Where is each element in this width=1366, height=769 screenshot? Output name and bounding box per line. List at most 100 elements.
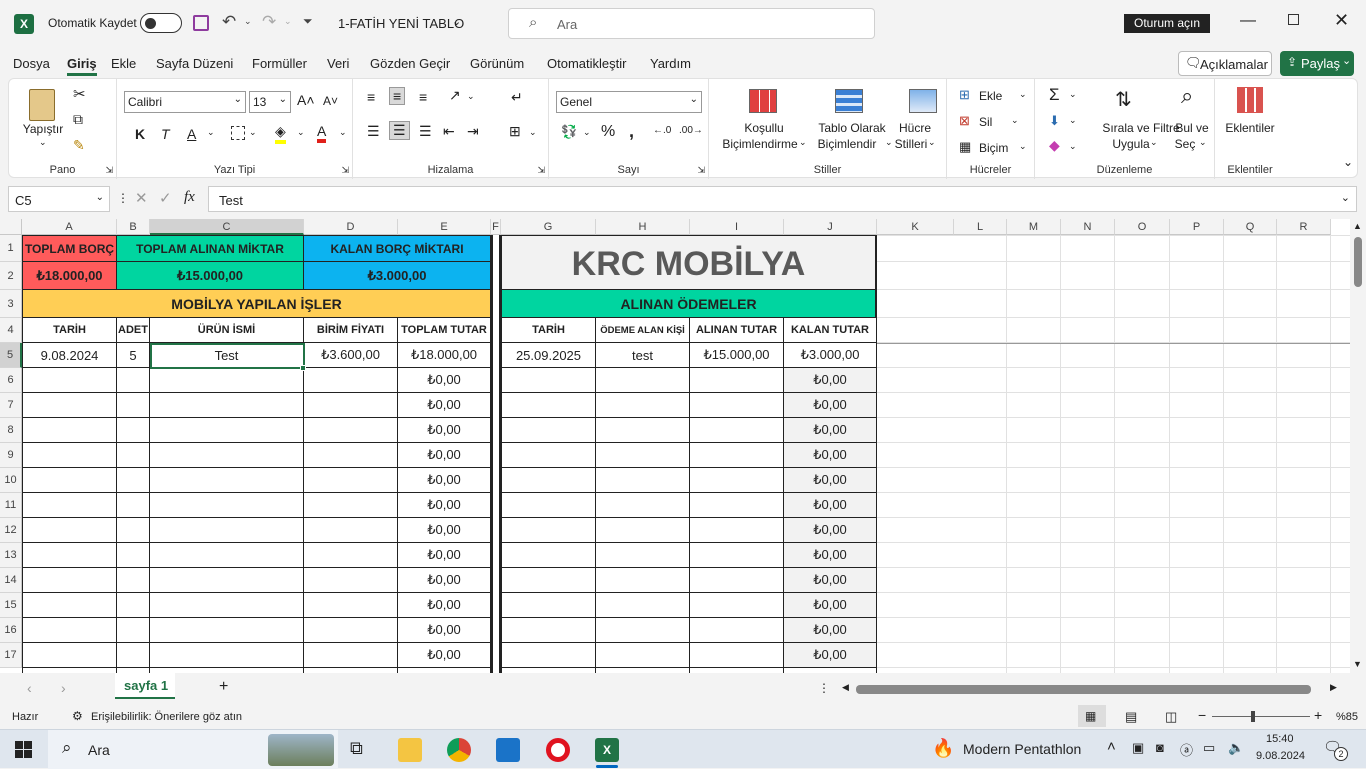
payment-empty-cell[interactable] (596, 468, 690, 493)
job-empty-cell[interactable] (304, 368, 398, 393)
clock-date[interactable]: 9.08.2024 (1256, 750, 1305, 762)
shrink-font-icon[interactable]: A˅ (323, 94, 338, 108)
total-received-label-cell[interactable]: TOPLAM ALINAN MİKTAR (117, 235, 304, 262)
sheet-tab-active[interactable]: sayfa 1 (115, 673, 175, 699)
job-empty-cell[interactable] (304, 468, 398, 493)
font-color-chevron-icon[interactable]: ⌄ (339, 127, 347, 138)
job-total-cell[interactable]: ₺0,00 (398, 518, 491, 543)
job-empty-cell[interactable] (117, 418, 150, 443)
comma-style-icon[interactable]: , (629, 121, 634, 142)
tab-view[interactable]: Görünüm (470, 56, 524, 71)
job-empty-cell[interactable] (150, 568, 304, 593)
share-button[interactable]: ⇪ Paylaş ⌄ (1280, 51, 1354, 76)
format-as-table-line1[interactable]: Tablo Olarak (809, 121, 895, 136)
row-header-16[interactable]: 16 (0, 618, 22, 643)
job-empty-cell[interactable] (150, 518, 304, 543)
name-box-chevron-icon[interactable]: ⌄ (96, 192, 104, 203)
increase-decimal-icon[interactable]: ←.0 (653, 125, 671, 136)
job-empty-cell[interactable] (304, 543, 398, 568)
job-empty-cell[interactable] (22, 418, 117, 443)
prev-sheet-icon[interactable]: ‹ (27, 680, 32, 696)
jobs-title-cell[interactable]: MOBİLYA YAPILAN İŞLER (22, 290, 491, 318)
job-empty-cell[interactable] (304, 618, 398, 643)
column-header-L[interactable]: L (954, 219, 1007, 235)
row-header-4[interactable]: 4 (0, 318, 22, 343)
payment-empty-cell[interactable] (690, 518, 784, 543)
clipboard-launcher-icon[interactable]: ⇲ (105, 165, 113, 176)
row-header-7[interactable]: 7 (0, 393, 22, 418)
format-as-table-icon[interactable] (835, 89, 863, 113)
job-empty-cell[interactable] (304, 643, 398, 668)
column-header-J[interactable]: J (784, 219, 877, 235)
payment-empty-cell[interactable] (501, 618, 596, 643)
fill-handle[interactable] (300, 365, 306, 371)
payments-header-cell[interactable]: KALAN TUTAR (784, 318, 877, 343)
payment-empty-cell[interactable] (596, 568, 690, 593)
conditional-format-icon[interactable] (749, 89, 777, 113)
wrap-text-icon[interactable]: ↵ (511, 89, 523, 106)
scroll-right-icon[interactable]: ▶ (1330, 682, 1337, 693)
column-header-O[interactable]: O (1115, 219, 1170, 235)
currency-icon[interactable]: 💱 (561, 124, 577, 140)
tray-chevron-icon[interactable]: ˄ (1107, 738, 1116, 755)
font-size-box[interactable]: 13 ⌄ (249, 91, 291, 113)
find-select-line1[interactable]: Bul ve (1169, 121, 1215, 136)
column-header-A[interactable]: A (22, 219, 117, 235)
payment-empty-cell[interactable] (690, 468, 784, 493)
tab-file[interactable]: Dosya (13, 56, 50, 71)
payment-empty-cell[interactable] (501, 393, 596, 418)
close-icon[interactable]: ✕ (1334, 10, 1349, 31)
fill-color-icon[interactable]: ◈ (275, 123, 286, 144)
payment-remaining-cell[interactable]: ₺0,00 (784, 593, 877, 618)
autosum-icon[interactable]: Σ (1049, 85, 1060, 105)
add-sheet-icon[interactable]: + (219, 678, 228, 696)
job-empty-cell[interactable] (117, 568, 150, 593)
payment-remaining-cell[interactable]: ₺0,00 (784, 368, 877, 393)
borders-chevron-icon[interactable]: ⌄ (249, 127, 257, 138)
excel-taskbar-icon[interactable]: X (595, 738, 619, 762)
column-header-M[interactable]: M (1007, 219, 1061, 235)
comments-button[interactable]: 🗨 Açıklamalar (1178, 51, 1272, 76)
job-empty-cell[interactable] (150, 618, 304, 643)
job-empty-cell[interactable] (150, 593, 304, 618)
payment-empty-cell[interactable] (501, 518, 596, 543)
payment-remaining-cell[interactable]: ₺0,00 (784, 468, 877, 493)
job-empty-cell[interactable] (117, 393, 150, 418)
page-break-view-icon[interactable]: ◫ (1165, 709, 1177, 725)
payment-data-cell[interactable]: 25.09.2025 (501, 343, 596, 368)
company-title-cell[interactable]: KRC MOBİLYA (501, 235, 877, 290)
row-header-8[interactable]: 8 (0, 418, 22, 443)
align-bottom-icon[interactable]: ≡ (419, 89, 427, 105)
select-all-corner[interactable] (0, 219, 22, 235)
job-empty-cell[interactable] (22, 543, 117, 568)
payment-empty-cell[interactable] (596, 418, 690, 443)
weather-icon[interactable]: 🔥 (932, 738, 954, 759)
signin-button[interactable]: Oturum açın (1124, 14, 1210, 33)
formula-input[interactable]: Test ⌄ (208, 186, 1357, 212)
payment-empty-cell[interactable] (501, 543, 596, 568)
job-empty-cell[interactable] (22, 493, 117, 518)
merge-chevron-icon[interactable]: ⌄ (529, 127, 537, 138)
accessibility-status[interactable]: Erişilebilirlik: Önerilere göz atın (91, 711, 242, 723)
payment-empty-cell[interactable] (501, 468, 596, 493)
zoom-level[interactable]: %85 (1336, 711, 1358, 723)
job-empty-cell[interactable] (22, 443, 117, 468)
paste-icon[interactable] (29, 89, 55, 121)
payment-remaining-cell[interactable]: ₺0,00 (784, 493, 877, 518)
insert-function-icon[interactable]: fx (184, 189, 195, 206)
job-empty-cell[interactable] (117, 518, 150, 543)
zoom-in-icon[interactable]: + (1314, 707, 1322, 723)
worksheet-grid[interactable]: ABCDEFGHIJKLMNOPQR 1 2 3 4 5 6 7 8 9 10 11 12 13 14 15… (0, 219, 1350, 673)
payment-data-cell[interactable]: ₺3.000,00 (784, 343, 877, 368)
sort-filter-line2[interactable]: Uygula (1091, 137, 1171, 152)
column-header-N[interactable]: N (1061, 219, 1115, 235)
job-empty-cell[interactable] (22, 618, 117, 643)
job-empty-cell[interactable] (117, 643, 150, 668)
zoom-slider-thumb[interactable] (1251, 711, 1255, 722)
payment-remaining-cell[interactable]: ₺0,00 (784, 443, 877, 468)
find-select-icon[interactable]: ⌕ (1181, 83, 1193, 109)
windows-start-icon[interactable] (15, 741, 32, 758)
cell-styles-line2[interactable]: Stilleri (891, 137, 931, 152)
tab-automate[interactable]: Otomatikleştir (547, 56, 626, 71)
vertical-scroll-thumb[interactable] (1354, 237, 1362, 287)
